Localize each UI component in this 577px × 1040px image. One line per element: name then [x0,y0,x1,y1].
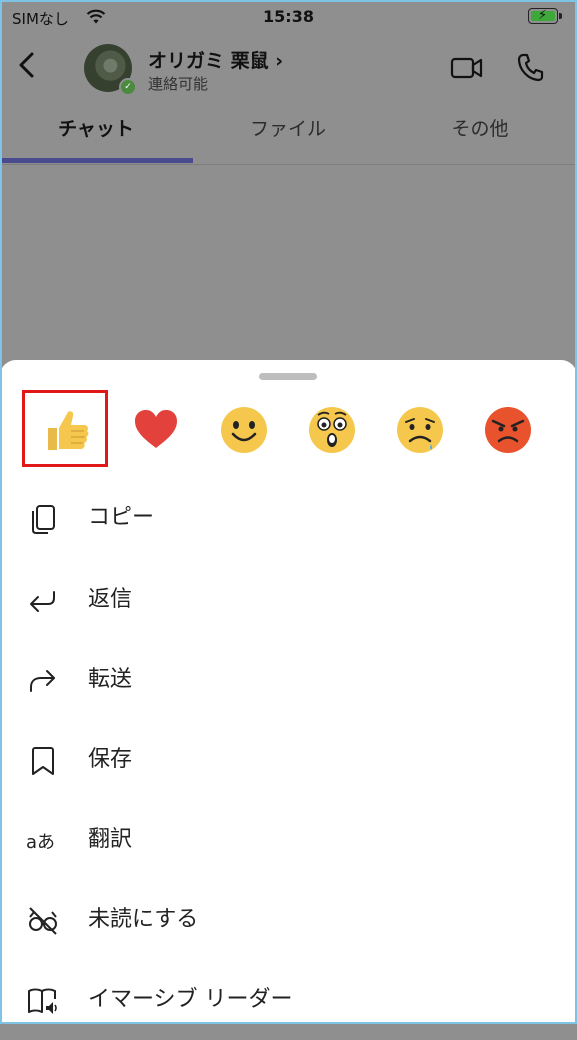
angry-face-icon [485,407,531,453]
active-tab-indicator [0,158,193,163]
copy-icon [32,505,55,534]
heart-icon [135,410,177,448]
chat-tabs: チャット ファイル その他 [0,100,577,165]
reaction-angry-button[interactable] [478,400,538,460]
reaction-heart-button[interactable] [126,400,186,460]
tab-files[interactable]: ファイル [192,100,384,160]
menu-save[interactable]: 保存 [0,720,577,800]
presence-available-icon: ✓ [119,78,137,96]
menu-forward[interactable]: 転送 [0,640,577,720]
forward-icon [30,670,55,692]
tab-chat[interactable]: チャット [0,100,192,160]
menu-save-label: 保存 [88,747,133,772]
contact-name[interactable]: オリガミ 栗鼠 › [148,46,283,73]
menu-mark-unread-label: 未読にする [88,907,199,932]
tab-more[interactable]: その他 [384,100,576,160]
sheet-grabber[interactable] [259,373,317,380]
back-icon[interactable] [14,50,40,80]
menu-immersive-reader-label: イマーシブ リーダー [88,987,293,1012]
menu-translate[interactable]: aあ 翻訳 [0,800,577,880]
phone-icon[interactable] [516,52,544,82]
mark-unread-icon [29,907,57,935]
bookmark-icon [32,747,54,775]
menu-forward-label: 転送 [88,667,133,692]
menu-reply-label: 返信 [88,587,133,612]
thumbs-up-icon [48,411,89,450]
chat-header: ✓ オリガミ 栗鼠 › 連絡可能 [0,36,577,100]
immersive-reader-icon [28,988,57,1014]
contact-status: 連絡可能 [148,75,209,93]
reaction-laugh-button[interactable] [214,400,274,460]
clock: 15:38 [263,7,314,26]
reaction-sad-button[interactable] [390,400,450,460]
video-call-icon[interactable] [450,56,484,80]
menu-immersive-reader[interactable]: イマーシブ リーダー [0,960,577,1040]
menu-copy[interactable]: コピー [0,478,577,558]
battery-icon: ⚡ [528,8,562,24]
message-actions-sheet: コピー 返信 転送 保存 aあ 翻訳 未読にする イマーシブ リーダー [0,360,577,1024]
menu-mark-unread[interactable]: 未読にする [0,880,577,960]
reply-icon [30,591,55,612]
status-bar: SIMなし 15:38 ⚡ [0,0,577,36]
svg-text:aあ: aあ [26,832,55,853]
surprised-face-icon [309,407,355,453]
smile-icon [221,407,267,453]
reaction-like-button[interactable] [22,390,108,467]
menu-copy-label: コピー [88,505,155,530]
menu-reply[interactable]: 返信 [0,560,577,640]
menu-translate-label: 翻訳 [88,827,133,852]
translate-icon: aあ [26,832,55,853]
sad-face-icon [397,407,443,453]
reaction-surprised-button[interactable] [302,400,362,460]
